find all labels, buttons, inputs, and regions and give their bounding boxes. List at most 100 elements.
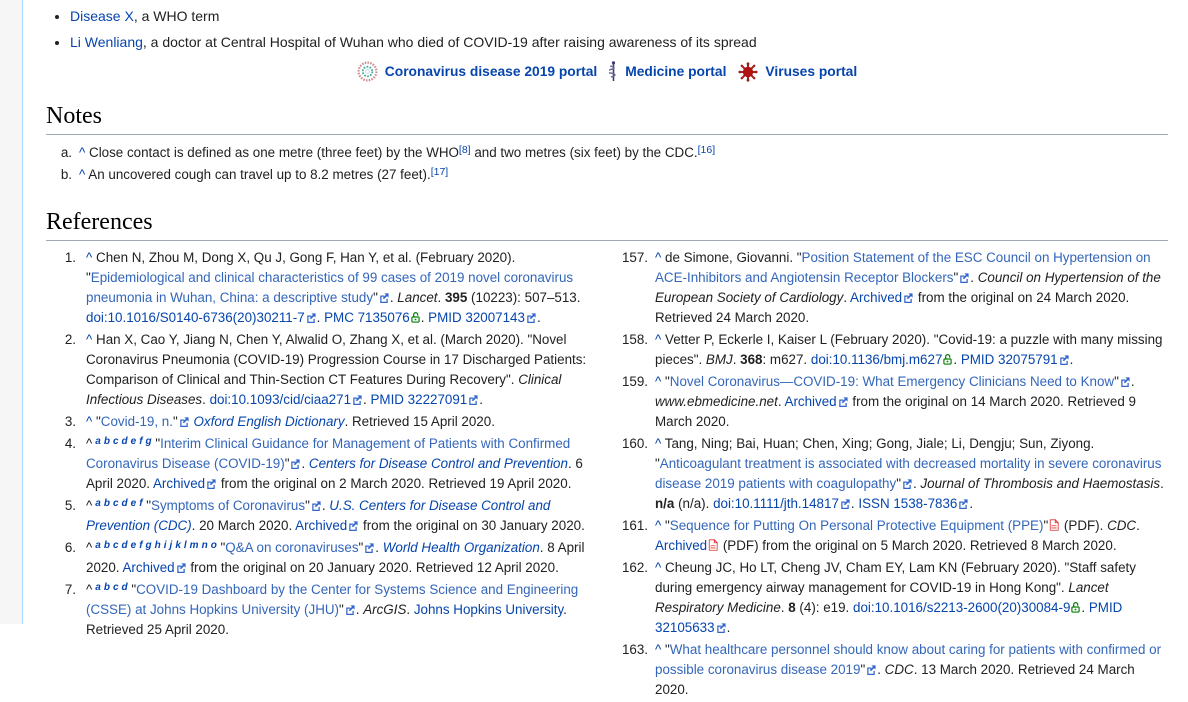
open-access-lock-icon[interactable] — [411, 311, 420, 323]
text: " — [359, 540, 364, 555]
footnote-ref[interactable]: [16] — [698, 144, 716, 156]
backref-letter-link[interactable]: m — [190, 540, 199, 551]
external-link-icon[interactable] — [364, 543, 374, 553]
backref-letter-link[interactable]: c — [113, 498, 119, 509]
backref-letter-link[interactable]: l — [184, 540, 187, 551]
wiki-link[interactable]: Archived — [123, 560, 175, 575]
backref-letter-link[interactable]: f — [139, 436, 142, 447]
backref-letter-link[interactable]: o — [211, 540, 217, 551]
backref-letter-link[interactable]: e — [131, 436, 137, 447]
backref-letter-link[interactable]: c — [113, 582, 119, 593]
backref-letter-link[interactable]: g — [146, 436, 152, 447]
wiki-link[interactable]: Archived — [295, 518, 347, 533]
wiki-link[interactable]: Archived — [785, 394, 837, 409]
wiki-link[interactable]: PMID 32227091 — [370, 392, 467, 407]
external-link[interactable]: Sequence for Putting On Personal Protect… — [670, 518, 1044, 533]
portal-link[interactable]: Coronavirus disease 2019 portal — [385, 64, 597, 79]
external-link-icon[interactable] — [840, 499, 850, 509]
external-link[interactable]: Symptoms of Coronavirus — [151, 498, 305, 513]
backref-letter-link[interactable]: f — [139, 540, 142, 551]
external-link-icon[interactable] — [902, 479, 912, 489]
backref-letter-link[interactable]: a — [95, 498, 101, 509]
footnote-ref[interactable]: [17] — [431, 166, 449, 178]
external-link-icon[interactable] — [1120, 377, 1130, 387]
backref-letter-link[interactable]: b — [104, 498, 110, 509]
wiki-link[interactable]: World Health Organization — [383, 540, 540, 555]
backref-letter-link[interactable]: f — [139, 498, 142, 509]
backref-letter-link[interactable]: a — [95, 540, 101, 551]
external-link-icon[interactable] — [345, 605, 355, 615]
backref-letter-link[interactable]: h — [155, 540, 161, 551]
wiki-link[interactable]: Li Wenliang — [70, 34, 143, 50]
wiki-link[interactable]: Disease X — [70, 8, 134, 24]
backref-letter-link[interactable]: d — [122, 498, 128, 509]
external-link-icon[interactable] — [959, 273, 969, 283]
external-link-icon[interactable] — [716, 623, 726, 633]
external-link-icon[interactable] — [866, 665, 876, 675]
external-link-icon[interactable] — [206, 479, 216, 489]
external-link[interactable]: Q&A on coronaviruses — [225, 540, 358, 555]
backref-letter-link[interactable]: b — [104, 540, 110, 551]
external-link-icon[interactable] — [379, 293, 389, 303]
external-link[interactable]: Covid-19, n. — [101, 414, 173, 429]
wiki-link[interactable]: Archived — [655, 538, 707, 553]
reference-number: 163. — [608, 640, 648, 660]
backref-letter-link[interactable]: d — [122, 582, 128, 593]
backref-letter-link[interactable]: d — [122, 436, 128, 447]
external-link-icon[interactable] — [1059, 355, 1069, 365]
wiki-link[interactable]: doi:10.1093/cid/ciaa271 — [210, 392, 351, 407]
wiki-link[interactable]: doi:10.1136/bmj.m627 — [811, 352, 943, 367]
backref-letter-link[interactable]: d — [122, 540, 128, 551]
portal-link[interactable]: Viruses portal — [765, 64, 857, 79]
backref-letter-link[interactable]: c — [113, 540, 119, 551]
backref-letter-link[interactable]: e — [131, 498, 137, 509]
external-link-icon[interactable] — [958, 499, 968, 509]
backref-letter-link[interactable]: j — [170, 540, 173, 551]
backref-letter-link[interactable]: k — [175, 540, 181, 551]
backref-letter-link[interactable]: e — [131, 540, 137, 551]
text: . — [406, 602, 413, 617]
external-link-icon[interactable] — [838, 397, 848, 407]
pdf-icon[interactable] — [1049, 519, 1059, 531]
wiki-link[interactable]: doi:10.1016/S0140-6736(20)30211-7 — [86, 310, 305, 325]
footnote-ref[interactable]: [8] — [459, 144, 471, 156]
wiki-link[interactable]: Oxford English Dictionary — [193, 414, 344, 429]
wiki-link[interactable]: Centers for Disease Control and Preventi… — [309, 456, 568, 471]
wiki-link[interactable]: Archived — [850, 290, 902, 305]
wiki-link[interactable]: Archived — [153, 476, 205, 491]
wiki-link[interactable]: ISSN 1538-7836 — [858, 496, 957, 511]
external-link-icon[interactable] — [306, 313, 316, 323]
wiki-link[interactable]: Johns Hopkins University — [414, 602, 563, 617]
backref-letter-link[interactable]: i — [164, 540, 167, 551]
wiki-link[interactable]: PMID 32007143 — [428, 310, 525, 325]
open-access-lock-icon[interactable] — [1071, 601, 1080, 613]
wiki-link[interactable]: doi:10.1016/s2213-2600(20)30084-9 — [853, 600, 1070, 615]
text: " — [285, 456, 290, 471]
italic-text: Lancet — [397, 290, 437, 305]
portal-link[interactable]: Medicine portal — [625, 64, 726, 79]
text: . 20 March 2020. — [192, 518, 295, 533]
external-link-icon[interactable] — [290, 459, 300, 469]
external-link-icon[interactable] — [352, 395, 362, 405]
external-link-icon[interactable] — [526, 313, 536, 323]
open-access-lock-icon[interactable] — [943, 353, 952, 365]
external-link-icon[interactable] — [903, 293, 913, 303]
reference-item: 1.^ Chen N, Zhou M, Dong X, Qu J, Gong F… — [46, 248, 598, 328]
backref-letter-link[interactable]: b — [104, 436, 110, 447]
backref-letter-link[interactable]: a — [95, 582, 101, 593]
external-link[interactable]: Novel Coronavirus—COVID-19: What Emergen… — [670, 374, 1114, 389]
external-link-icon[interactable] — [311, 501, 321, 511]
wiki-link[interactable]: PMID 32075791 — [961, 352, 1058, 367]
external-link-icon[interactable] — [176, 563, 186, 573]
backref-letter-link[interactable]: g — [146, 540, 152, 551]
wiki-link[interactable]: doi:10.1111/jth.14817 — [713, 496, 839, 511]
wiki-link[interactable]: PMC 7135076 — [324, 310, 410, 325]
external-link-icon[interactable] — [468, 395, 478, 405]
external-link-icon[interactable] — [179, 417, 189, 427]
backref-letter-link[interactable]: b — [104, 582, 110, 593]
backref-letter-link[interactable]: c — [113, 436, 119, 447]
external-link-icon[interactable] — [348, 521, 358, 531]
backref-letter-link[interactable]: n — [202, 540, 208, 551]
backref-letter-link[interactable]: a — [95, 436, 101, 447]
pdf-icon[interactable] — [708, 539, 718, 551]
